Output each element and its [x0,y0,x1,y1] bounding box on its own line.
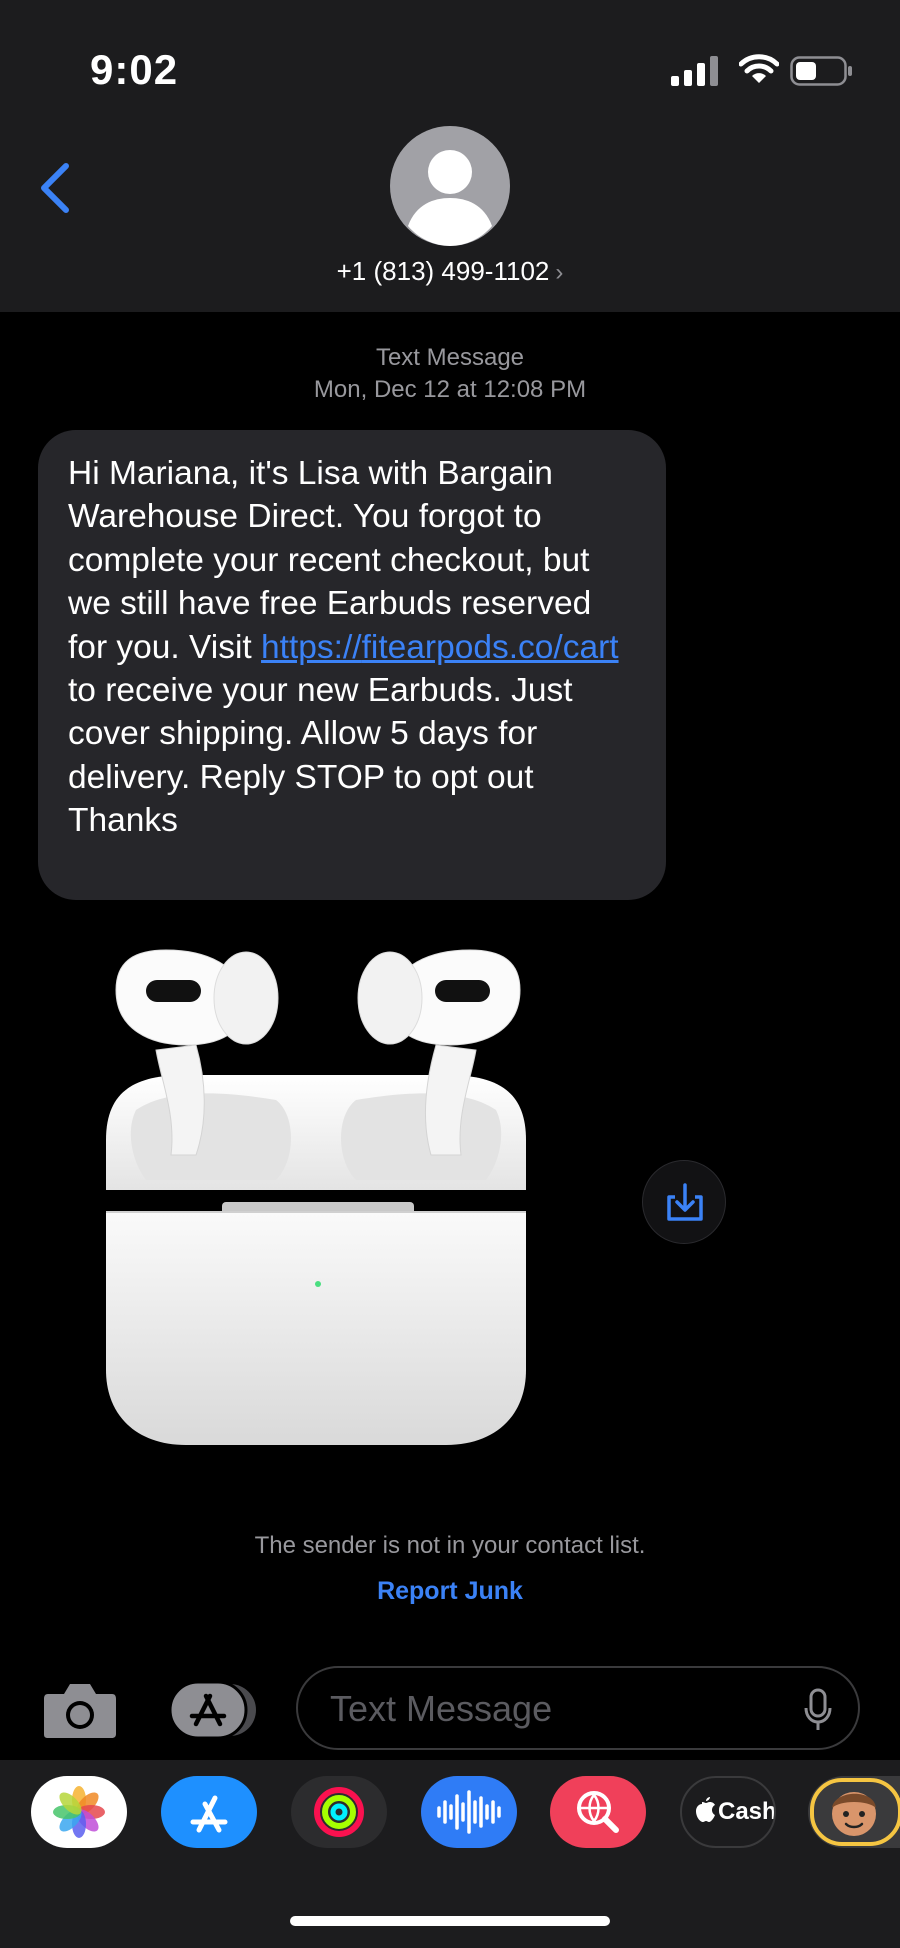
apple-cash-label: Cash [718,1798,776,1825]
memoji-app-icon[interactable] [808,1776,900,1848]
person-silhouette-icon [408,150,492,246]
microphone-icon[interactable] [804,1688,832,1732]
home-indicator[interactable] [290,1916,610,1926]
message-type-label: Text Message [375,344,525,371]
photos-app-icon[interactable] [31,1776,127,1848]
message-link-part-1: https:// [261,628,362,666]
message-input[interactable]: Text Message [296,1666,860,1750]
message-link[interactable]: https://fitearpods.co/cart [261,629,619,666]
unknown-sender-notice: The sender is not in your contact list. [254,1532,646,1559]
message-text-after-link: to receive your new Earbuds. Just cover … [68,672,573,840]
cellular-signal-icon [671,56,718,86]
back-chevron-icon[interactable] [36,160,76,216]
status-time: 9:02 [90,46,179,93]
app-store-app-icon[interactable] [161,1776,257,1848]
incoming-message-bubble[interactable]: Hi Mariana, it's Lisa with Bargain Wareh… [38,430,666,900]
message-timestamp: Mon, Dec 12 at 12:08 PM [313,376,587,403]
battery-icon [790,56,852,86]
audio-message-app-icon[interactable] [421,1776,517,1848]
message-input-placeholder: Text Message [330,1688,553,1729]
wifi-icon [739,54,779,83]
message-link-part-2: fitearpods.co/cart [361,628,619,666]
contact-number: +1 (813) 499-1102 [336,256,550,286]
report-junk-link[interactable]: Report Junk [0,1577,900,1606]
image-search-app-icon[interactable] [550,1776,646,1848]
contact-name[interactable]: +1 (813) 499-1102 › [0,256,900,287]
camera-icon[interactable] [42,1680,118,1740]
apple-cash-app-icon[interactable]: Cash [680,1776,776,1848]
app-store-icon [168,1680,256,1740]
earbuds-photo[interactable] [96,940,540,1450]
save-attachment-button[interactable] [642,1160,726,1244]
apps-button[interactable] [168,1680,258,1740]
contact-avatar[interactable] [390,126,510,246]
contact-chevron-icon: › [555,259,564,286]
fitness-app-icon[interactable] [291,1776,387,1848]
download-icon [667,1183,703,1221]
